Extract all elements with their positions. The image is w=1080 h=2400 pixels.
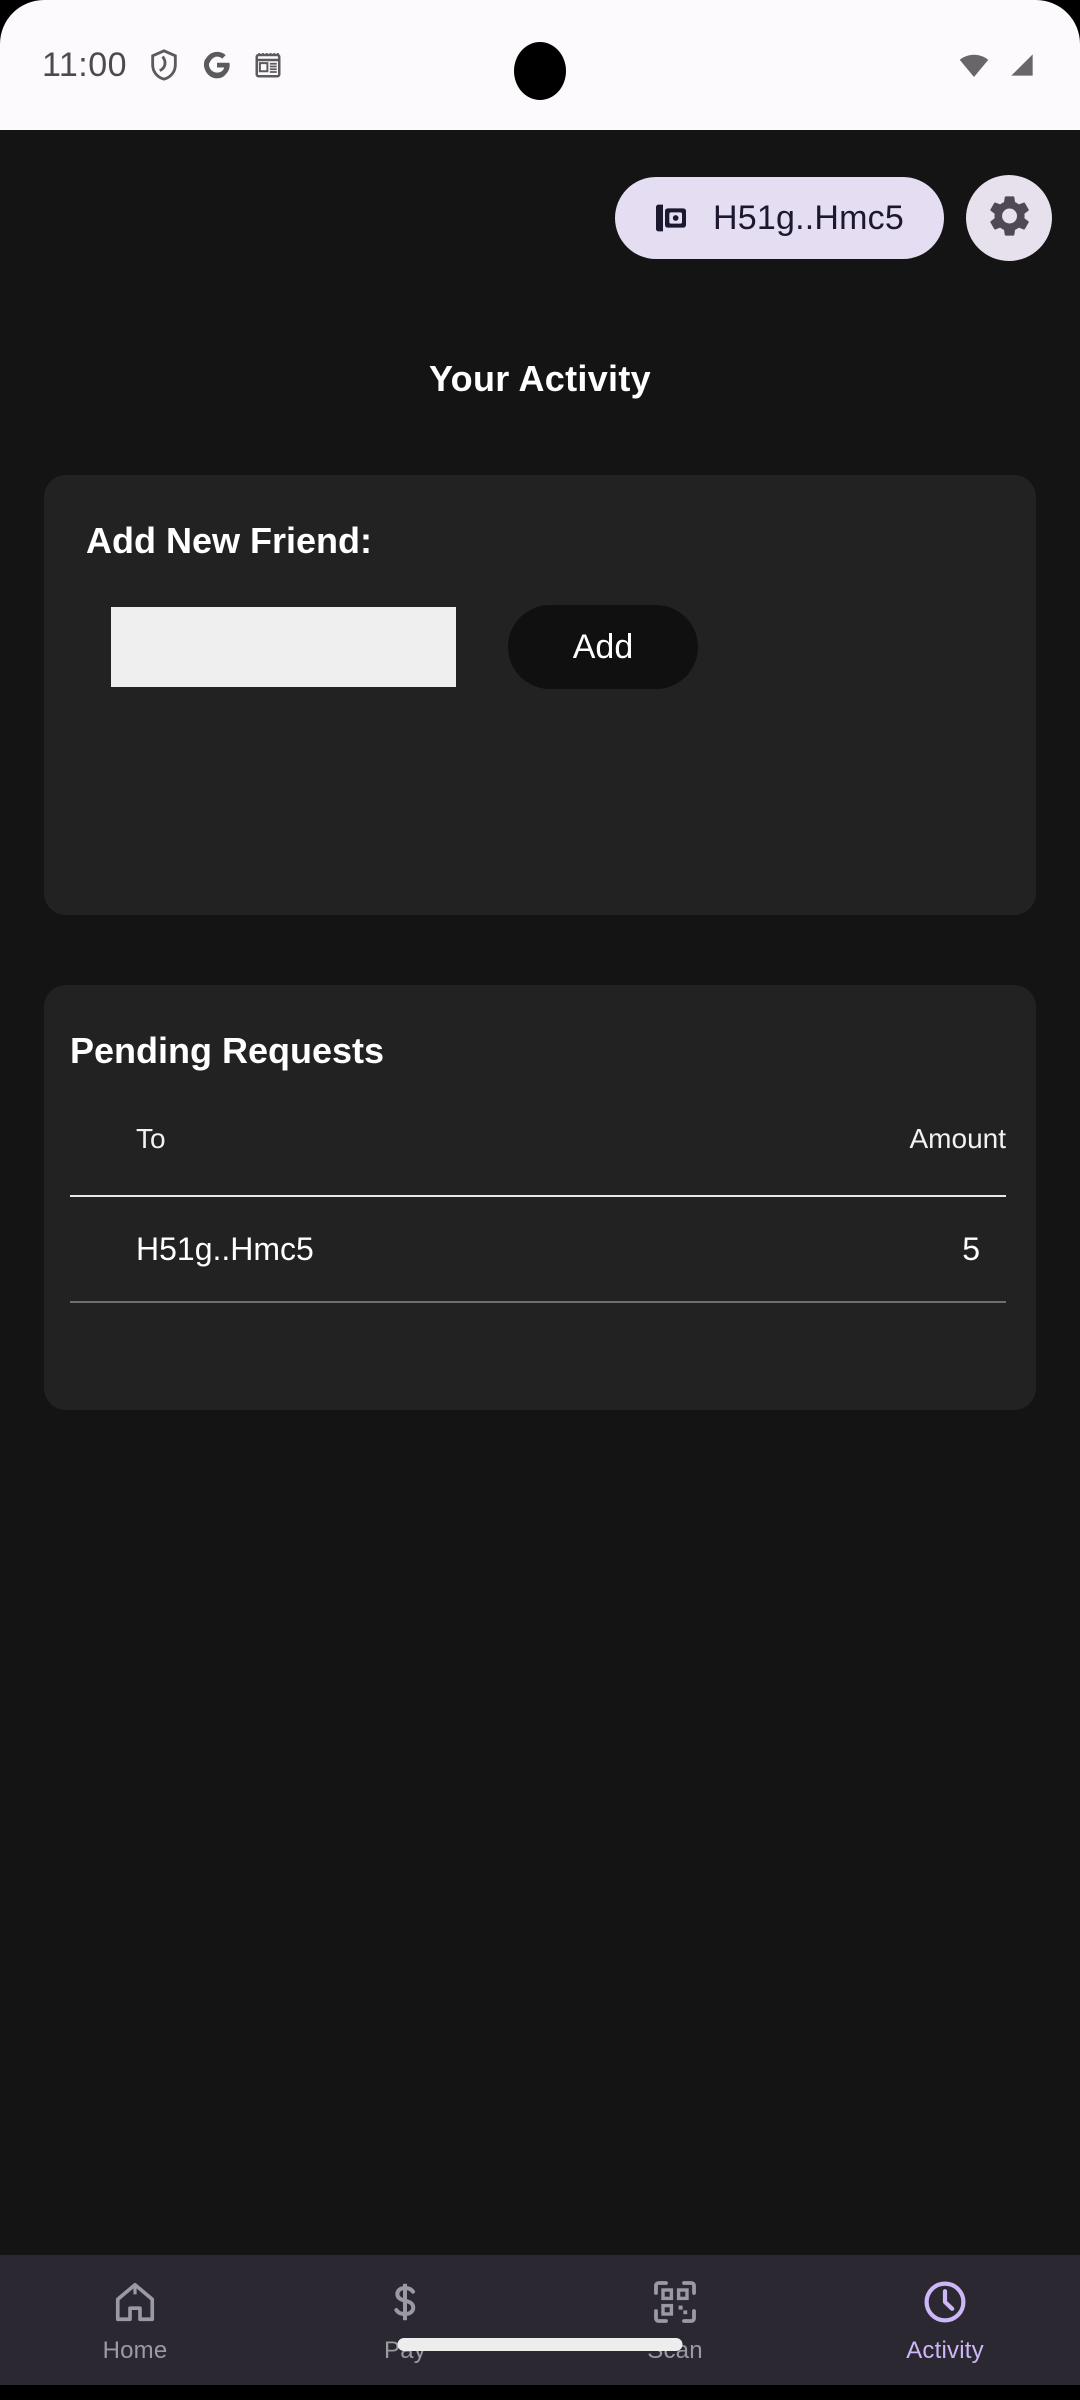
nav-item-home[interactable]: Home <box>0 2255 270 2385</box>
app-content: H51g..Hmc5 Your Activity Add New Friend:… <box>0 130 1080 2255</box>
notes-icon <box>253 50 283 80</box>
wallet-icon <box>651 198 691 238</box>
column-header-to: To <box>136 1123 166 1154</box>
add-friend-button[interactable]: Add <box>508 605 698 689</box>
status-bar-left: 11:00 <box>42 46 283 85</box>
app-header: H51g..Hmc5 <box>615 175 1052 261</box>
nav-item-pay[interactable]: Pay <box>270 2255 540 2385</box>
nav-item-activity[interactable]: Activity <box>810 2255 1080 2385</box>
settings-button[interactable] <box>966 175 1052 261</box>
pending-requests-title: Pending Requests <box>70 1030 385 1071</box>
status-bar: 11:00 <box>0 0 1080 130</box>
nav-label-home: Home <box>102 2337 168 2364</box>
friend-address-input[interactable] <box>111 607 456 687</box>
google-g-icon <box>201 49 233 81</box>
bottom-navigation-bar: Home Pay <box>0 2255 1080 2385</box>
wifi-icon <box>956 47 992 83</box>
camera-cutout <box>514 42 566 100</box>
system-navbar-area <box>0 2385 1080 2400</box>
gesture-home-bar[interactable] <box>397 2338 683 2351</box>
shield-icon <box>147 48 181 82</box>
column-header-amount: Amount <box>909 1123 1007 1154</box>
status-bar-clock: 11:00 <box>42 45 128 84</box>
add-friend-card: Add New Friend: Add <box>44 475 1036 915</box>
dollar-icon <box>382 2275 428 2329</box>
gear-icon <box>984 191 1034 246</box>
phone-screen: 11:00 H51g..Hmc5 Your Activity Add New F… <box>0 0 1080 2400</box>
wallet-address-label: H51g..Hmc5 <box>713 198 904 237</box>
row-recipient: H51g..Hmc5 <box>136 1230 314 1267</box>
qr-scan-icon <box>651 2275 699 2329</box>
table-row-divider <box>70 1301 1006 1303</box>
page-title: Your Activity <box>429 358 651 399</box>
row-amount: 5 <box>962 1230 980 1267</box>
cell-signal-icon <box>1006 49 1038 81</box>
table-row[interactable]: H51g..Hmc5 5 <box>70 1197 1010 1301</box>
nav-label-activity: Activity <box>906 2337 984 2364</box>
nav-item-scan[interactable]: Scan <box>540 2255 810 2385</box>
table-header-row: To Amount <box>70 1113 1010 1165</box>
clock-icon <box>921 2275 969 2329</box>
pending-requests-card: Pending Requests To Amount H51g..Hmc5 5 <box>44 985 1036 1410</box>
status-bar-right <box>956 47 1038 83</box>
home-icon <box>112 2275 158 2329</box>
add-friend-row: Add <box>111 605 698 689</box>
pending-requests-table: To Amount H51g..Hmc5 5 <box>70 1113 1010 1303</box>
wallet-address-button[interactable]: H51g..Hmc5 <box>615 177 944 259</box>
add-friend-title: Add New Friend: <box>86 520 372 561</box>
